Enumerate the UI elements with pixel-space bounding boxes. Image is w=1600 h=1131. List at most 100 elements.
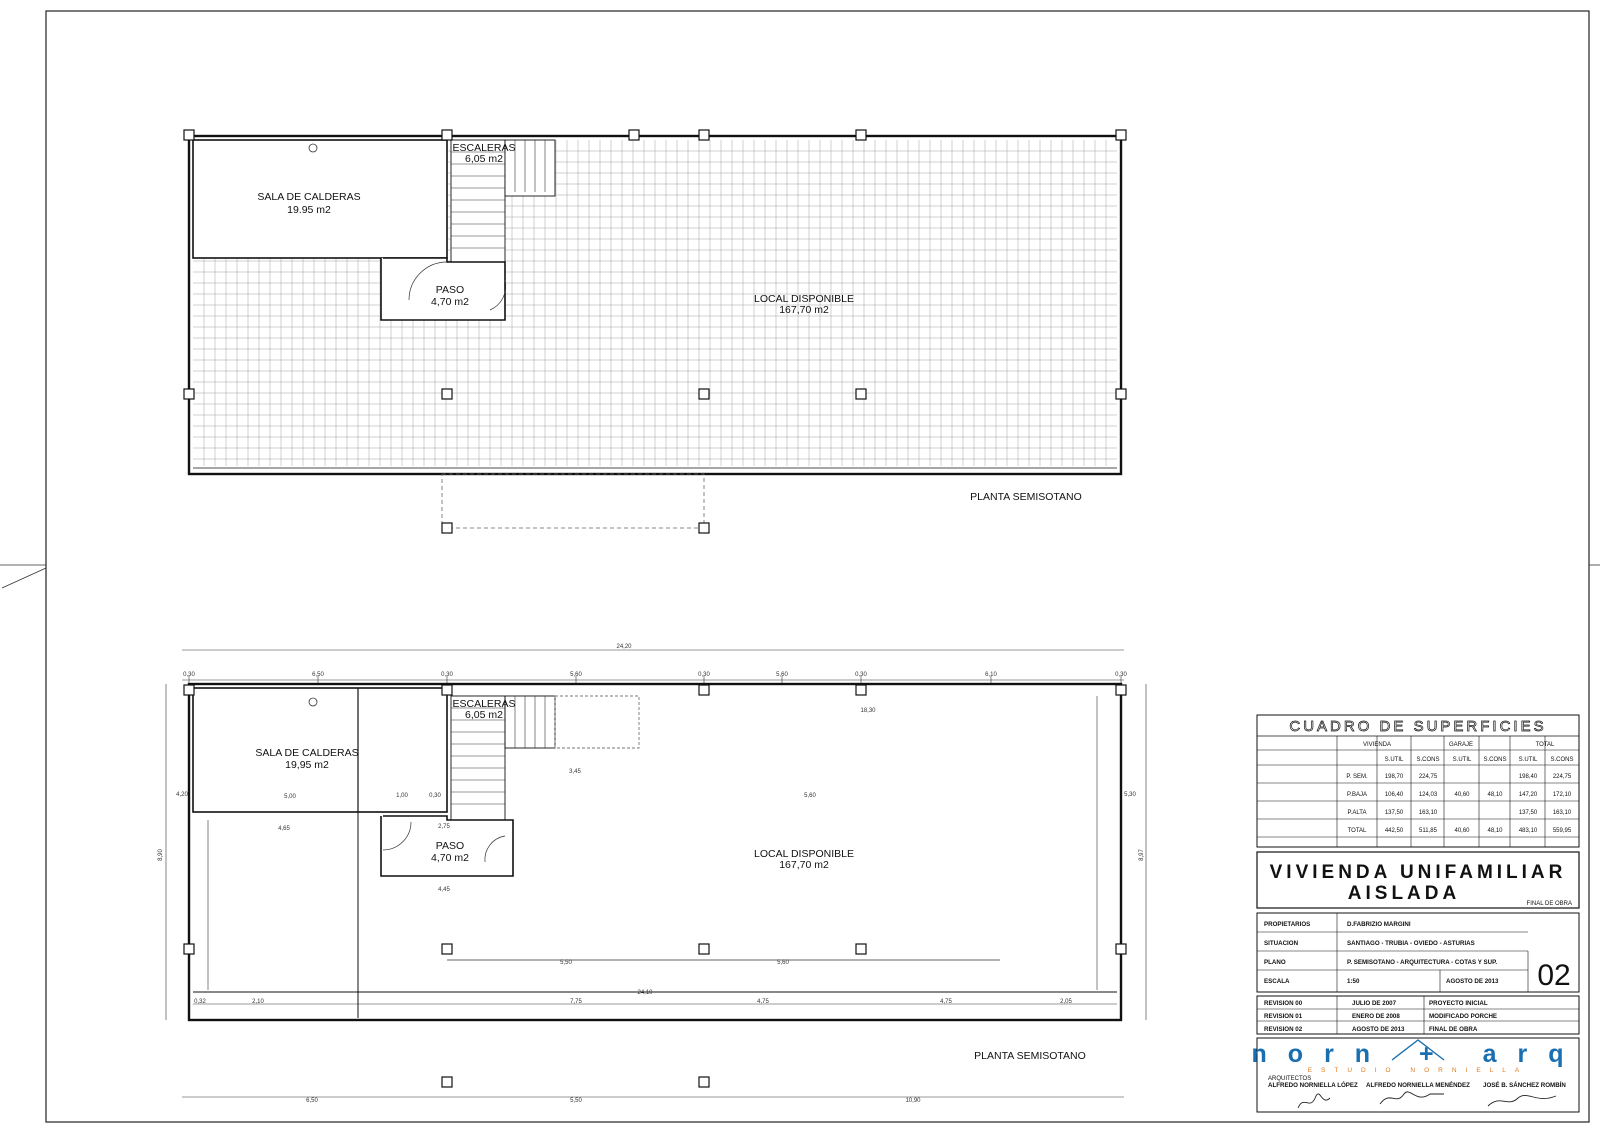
dim-paso-2: 0,30	[429, 793, 441, 799]
escaleras-area: 6,05 m2	[465, 709, 503, 721]
sub-header: S.UTIL	[1453, 757, 1472, 763]
column	[698, 388, 710, 400]
column	[183, 129, 195, 141]
column	[183, 684, 195, 696]
column	[698, 684, 710, 696]
dim-paso-3: 2,75	[438, 824, 450, 830]
column	[698, 1076, 710, 1088]
column	[441, 1076, 453, 1088]
column	[698, 522, 710, 534]
architect-2: ALFREDO NORNIELLA MENÉNDEZ	[1366, 1081, 1470, 1089]
overall-dimension: 24,20	[616, 644, 632, 650]
door-swing	[382, 821, 412, 851]
dimension-label: 2,05	[1060, 999, 1072, 1005]
column	[628, 129, 640, 141]
architect-3: JOSÉ B. SÁNCHEZ ROMBÍN	[1483, 1081, 1566, 1089]
drawing-sheet: SALA DE CALDERAS 19.95 m2 ESCALERAS 6,05…	[0, 10, 1600, 1123]
paso-area: 4,70 m2	[431, 852, 469, 864]
column	[441, 684, 453, 696]
group-header: TOTAL	[1536, 742, 1555, 748]
dimension-label: 7,75	[570, 999, 582, 1005]
column	[1115, 129, 1127, 141]
revision-0-desc: PROYECTO INICIAL	[1429, 1000, 1488, 1007]
escaleras-area: 6,05 m2	[465, 153, 503, 165]
cell-value: 198,40	[1519, 774, 1538, 780]
dimension-label: 0,30	[1115, 672, 1127, 678]
cell-value: 147,20	[1519, 792, 1538, 798]
cell-value: 483,10	[1519, 828, 1538, 834]
dimension-label: 4,75	[757, 999, 769, 1005]
architect-1: ALFREDO NORNIELLA LÓPEZ	[1268, 1081, 1358, 1089]
dim-side-left-top: 4,20	[176, 792, 188, 798]
revision-0-code: REVISION 00	[1264, 1000, 1303, 1007]
row-label: P. SEM.	[1346, 774, 1368, 780]
sub-header: S.CONS	[1483, 757, 1506, 763]
dimension-label: 0,30	[855, 672, 867, 678]
paso-area: 4,70 m2	[431, 296, 469, 308]
cell-value: 511,85	[1419, 828, 1438, 834]
dimension-label: 0,30	[698, 672, 710, 678]
local-area: 167,70 m2	[779, 859, 829, 871]
bottom-floor-plan-dimensioned: 24,20 0,30 6,50 0,30 5,60 0,30 5,60 0,30 6,10 0,…	[158, 644, 1147, 1104]
top-floor-plan: SALA DE CALDERAS 19.95 m2 ESCALERAS 6,05…	[183, 129, 1127, 534]
dim-left-lower: 4,65	[278, 826, 290, 832]
sub-header: S.UTIL	[1385, 757, 1404, 763]
cell-value: 224,75	[1553, 774, 1572, 780]
paso-name: PASO	[436, 284, 464, 296]
column	[855, 684, 867, 696]
cell-value: 106,40	[1385, 792, 1404, 798]
column	[698, 943, 710, 955]
field-label-propietarios: PROPIETARIOS	[1264, 921, 1310, 928]
revision-2-code: REVISION 02	[1264, 1026, 1303, 1033]
calderas-area: 19,95 m2	[285, 759, 329, 771]
project-title-line1: VIVIENDA UNIFAMILIAR	[1270, 862, 1567, 883]
column	[855, 129, 867, 141]
sub-header: S.CONS	[1550, 757, 1573, 763]
calderas-name: SALA DE CALDERAS	[257, 191, 360, 203]
dim-mid-1: 5,50	[560, 960, 572, 966]
dim-escaleras-below: 3,45	[569, 769, 581, 775]
dim-side-left: 8,90	[158, 849, 164, 861]
field-value-escala: 1:50	[1347, 978, 1360, 985]
field-label-escala: ESCALA	[1264, 978, 1290, 985]
revision-2-desc: FINAL DE OBRA	[1429, 1026, 1478, 1033]
fold-mark-left-diag	[1, 567, 47, 589]
cell-value: 163,10	[1419, 810, 1438, 816]
top-chain-labels: 0,30 6,50 0,30 5,60 0,30 5,60 0,30 6,10 0,30	[183, 672, 1127, 684]
dim-paso-1: 1,00	[396, 793, 408, 799]
column	[855, 943, 867, 955]
row-label: TOTAL	[1348, 828, 1367, 834]
boiler-symbol	[308, 697, 318, 707]
dimension-label: 6,10	[985, 672, 997, 678]
dim-local-width: 5,60	[804, 793, 816, 799]
superficies-title: CUADRO DE SUPERFICIES	[1289, 718, 1546, 735]
outer-wall	[187, 682, 1123, 1022]
dim-inner-top: 18,30	[860, 708, 876, 714]
studio-logo: norn + arq	[1252, 1040, 1585, 1068]
project-status: FINAL DE OBRA	[1527, 901, 1572, 907]
field-value-situacion: SANTIAGO - TRUBIA - OVIEDO - ASTURIAS	[1347, 940, 1475, 947]
cell-value: 48,10	[1487, 792, 1503, 798]
dimension-label: 0,32	[194, 999, 206, 1005]
cell-value: 137,50	[1519, 810, 1538, 816]
dimension-label: 5,60	[570, 672, 582, 678]
revision-1-code: REVISION 01	[1264, 1013, 1303, 1020]
cell-value: 442,50	[1385, 828, 1404, 834]
field-label-situacion: SITUACION	[1264, 940, 1299, 947]
dimension-label: 6,50	[312, 672, 324, 678]
field-value-propietarios: D.FABRIZIO MARGINI	[1347, 921, 1411, 928]
dimension-label: 0,30	[183, 672, 195, 678]
sub-header: S.UTIL	[1519, 757, 1538, 763]
column	[698, 129, 710, 141]
column	[441, 943, 453, 955]
porch-outline	[441, 473, 705, 529]
paso-name: PASO	[436, 840, 464, 852]
project-title-line2: AISLADA	[1348, 883, 1460, 904]
revision-2-date: AGOSTO DE 2013	[1352, 1026, 1405, 1033]
dimension-label: 4,75	[940, 999, 952, 1005]
sheet-number: 02	[1537, 959, 1570, 992]
column	[1115, 388, 1127, 400]
dim-lower-3: 10,90	[905, 1098, 921, 1104]
revisions-box	[1256, 995, 1580, 1035]
calderas-name: SALA DE CALDERAS	[255, 747, 358, 759]
